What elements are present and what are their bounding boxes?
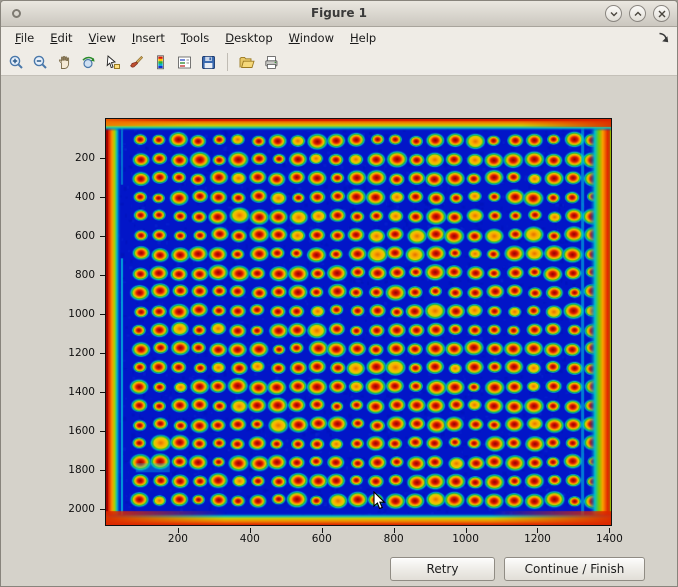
menu-item-edit[interactable]: Edit [42,28,80,48]
menubar-items: FileEditViewInsertToolsDesktopWindowHelp [1,27,677,49]
menu-item-file[interactable]: File [7,28,42,48]
y-tick-label: 200 [75,152,95,164]
data-cursor-icon [104,54,121,71]
pan-icon [56,54,73,71]
print-button[interactable] [260,51,282,73]
brush-button[interactable] [125,51,147,73]
shade-button[interactable] [605,5,622,22]
titlebar[interactable]: Figure 1 [1,1,677,27]
toolbar-separator [227,53,228,71]
rotate-3d-icon [80,54,97,71]
menu-item-desktop[interactable]: Desktop [217,28,280,48]
colorbar-icon [152,54,169,71]
y-tickmark [100,509,105,510]
y-tick-label: 600 [75,230,95,242]
dock-figure-button[interactable] [654,30,672,46]
chevron-down-icon [609,9,619,19]
brush-icon [128,54,145,71]
y-tickmark [100,314,105,315]
data-cursor-button[interactable] [101,51,123,73]
maximize-button[interactable] [629,5,646,22]
y-tickmark [100,392,105,393]
y-tick-label: 1200 [68,347,95,359]
x-tick-label: 800 [384,533,404,545]
y-tickmark [100,158,105,159]
zoom-in-icon [8,54,25,71]
y-tick-label: 2000 [68,503,95,515]
plate-image[interactable] [105,118,612,526]
y-tickmark [100,470,105,471]
save-icon [200,54,217,71]
legend-button[interactable] [173,51,195,73]
y-tick-label: 1400 [68,386,95,398]
x-tick-label: 600 [312,533,332,545]
menu-item-help[interactable]: Help [342,28,384,48]
x-tick-label: 1200 [524,533,551,545]
print-icon [263,54,280,71]
retry-button[interactable]: Retry [390,557,495,581]
colorbar-button[interactable] [149,51,171,73]
figure-window: Figure 1 FileEditViewInsertToolsDesktopW… [0,0,678,587]
y-tickmark [100,353,105,354]
zoom-out-icon [32,54,49,71]
figure-canvas-area: 200 400 600 800 1000 1200 1400 1600 1800 2000 200 4… [1,76,677,586]
y-tickmark [100,236,105,237]
dock-arrow-icon [656,30,671,45]
rotate-3d-button[interactable] [77,51,99,73]
pan-button[interactable] [53,51,75,73]
window-title: Figure 1 [1,6,677,20]
y-tick-label: 800 [75,269,95,281]
menu-item-insert[interactable]: Insert [124,28,173,48]
zoom-out-button[interactable] [29,51,51,73]
y-tickmark [100,275,105,276]
y-tick-label: 1000 [68,308,95,320]
menu-item-view[interactable]: View [81,28,124,48]
window-controls [605,5,670,22]
x-tick-label: 200 [168,533,188,545]
x-tick-label: 1400 [596,533,623,545]
menu-item-window[interactable]: Window [281,28,342,48]
close-icon [657,9,667,19]
y-tick-label: 400 [75,191,95,203]
chevron-up-icon [633,9,643,19]
menu-item-tools[interactable]: Tools [173,28,217,48]
axes: 2004006008001000120014001600180020002004… [105,118,614,528]
x-tick-label: 400 [240,533,260,545]
y-tick-label: 1600 [68,425,95,437]
toolbar [1,49,677,76]
close-button[interactable] [653,5,670,22]
save-button[interactable] [197,51,219,73]
continue-finish-button[interactable]: Continue / Finish [504,557,645,581]
open-folder-icon [238,54,256,71]
open-folder-button[interactable] [236,51,258,73]
legend-icon [176,54,193,71]
y-tick-label: 1800 [68,464,95,476]
zoom-in-button[interactable] [5,51,27,73]
y-tickmark [100,431,105,432]
x-tick-label: 1000 [452,533,479,545]
y-tickmark [100,197,105,198]
